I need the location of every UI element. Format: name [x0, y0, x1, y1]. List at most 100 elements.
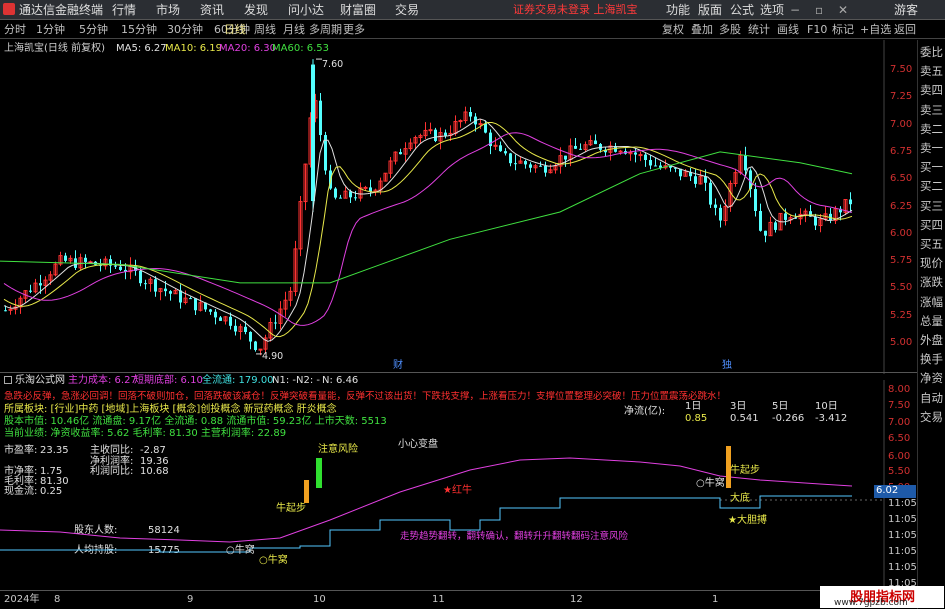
candle	[268, 317, 273, 342]
date-tick: 2024年	[4, 594, 40, 605]
maximize-button[interactable]: ▫	[815, 2, 823, 18]
price-chart[interactable]	[0, 40, 917, 374]
menu-gongneng[interactable]: 功能	[666, 2, 690, 18]
app-logo-icon	[3, 3, 15, 15]
candle	[463, 106, 468, 124]
candle	[679, 168, 682, 181]
signal-hongniu: ★红牛	[443, 485, 472, 496]
candle	[393, 151, 398, 165]
quote-field-label[interactable]: 买四	[920, 218, 943, 232]
candle	[509, 152, 512, 167]
tab-multi-period[interactable]: 多周期	[309, 22, 342, 37]
date-tick: 8	[54, 594, 61, 605]
quote-field-label[interactable]: 卖五	[920, 64, 943, 78]
quote-field-label[interactable]: 换手	[920, 352, 943, 366]
tab-fenshi[interactable]: 分时	[4, 22, 26, 37]
btn-diejia[interactable]: 叠加	[691, 22, 713, 37]
quote-field-label[interactable]: 买五	[920, 237, 943, 251]
tab-30min[interactable]: 30分钟	[167, 22, 203, 37]
candle	[524, 159, 527, 169]
quote-field-label[interactable]: 卖二	[920, 122, 943, 136]
quote-field-label[interactable]: 涨幅	[920, 295, 943, 309]
broker-notice[interactable]: 证券交易未登录 上海凯宝	[513, 2, 638, 18]
menu-wenxiaoda[interactable]: 问小达	[288, 2, 324, 18]
quote-field-label[interactable]: 卖四	[920, 83, 943, 97]
date-tick: 10	[313, 594, 326, 605]
quote-field-label[interactable]: 买一	[920, 160, 943, 174]
current-value-badge: 6.02	[874, 485, 916, 498]
quote-field-label[interactable]: 净资	[920, 371, 943, 385]
date-tick: 11	[432, 594, 445, 605]
menu-xuanxiang[interactable]: 选项	[760, 2, 784, 18]
menu-hangqing[interactable]: 行情	[112, 2, 136, 18]
tab-daily[interactable]: 日线	[224, 22, 246, 37]
signal-dadan: ★大胆搏	[728, 515, 767, 526]
quote-field-label[interactable]: 买二	[920, 179, 943, 193]
btn-duogu[interactable]: 多股	[719, 22, 741, 37]
site-watermark: 股朋指标网 www.7gpzb.com	[820, 586, 944, 608]
close-button[interactable]: ✕	[838, 2, 848, 18]
indicator-tick: 11:05	[888, 530, 917, 541]
btn-back[interactable]: 返回	[894, 22, 916, 37]
candle	[514, 154, 517, 171]
btn-add-watchlist[interactable]: +自选	[860, 22, 891, 37]
candle	[29, 284, 32, 294]
quote-field-label[interactable]: 现价	[920, 256, 943, 270]
tab-5min[interactable]: 5分钟	[79, 22, 108, 37]
menu-banmian[interactable]: 版面	[698, 2, 722, 18]
signal-niuwo-right: ○牛窝	[696, 478, 725, 489]
candle	[638, 151, 643, 162]
quote-field-label[interactable]: 卖一	[920, 141, 943, 155]
cai-marker: 财	[393, 360, 403, 371]
signal-niuwo1: ○牛窝	[226, 545, 255, 556]
candle	[219, 315, 222, 321]
tab-monthly[interactable]: 月线	[283, 22, 305, 37]
quote-field-label[interactable]: 卖三	[920, 103, 943, 117]
candle	[568, 138, 573, 167]
btn-tongji[interactable]: 统计	[748, 22, 770, 37]
btn-fuquan[interactable]: 复权	[662, 22, 684, 37]
tab-weekly[interactable]: 周线	[254, 22, 276, 37]
menu-zixun[interactable]: 资讯	[200, 2, 224, 18]
candle	[198, 295, 203, 312]
date-tick: 1	[712, 594, 719, 605]
candle	[179, 284, 182, 309]
date-tick: 12	[570, 594, 583, 605]
candle	[843, 199, 848, 216]
quote-field-label[interactable]: 交易	[920, 410, 943, 424]
quote-field-label[interactable]: 外盘	[920, 333, 943, 347]
quote-field-label[interactable]: 委比	[920, 45, 943, 59]
indicator-tick: 5.50	[888, 466, 911, 477]
quote-field-label[interactable]: 自动	[920, 391, 943, 405]
candle	[818, 214, 823, 233]
quote-field-label[interactable]: 总量	[920, 314, 943, 328]
menu-jiaoyi[interactable]: 交易	[395, 2, 419, 18]
candle	[194, 297, 197, 315]
tab-1min[interactable]: 1分钟	[36, 22, 65, 37]
guest-button[interactable]: 游客	[894, 2, 918, 18]
candle	[614, 142, 617, 153]
menu-gongshi[interactable]: 公式	[730, 2, 754, 18]
menu-shichang[interactable]: 市场	[156, 2, 180, 18]
ma10-line	[3, 122, 853, 338]
high-label: 7.60	[322, 59, 344, 70]
btn-biaoji[interactable]: 标记	[832, 22, 854, 37]
quote-field-label[interactable]: 买三	[920, 199, 943, 213]
candle	[418, 133, 423, 144]
btn-huaxian[interactable]: 画线	[777, 22, 799, 37]
quote-field-label[interactable]: 涨跌	[920, 275, 943, 289]
btn-f10[interactable]: F10	[807, 22, 827, 37]
candle	[698, 169, 703, 185]
tab-15min[interactable]: 15分钟	[121, 22, 157, 37]
menu-caifuquan[interactable]: 财富圈	[340, 2, 376, 18]
minimize-button[interactable]: −	[790, 2, 800, 18]
candle	[469, 107, 472, 122]
period-toolbar: 分时 1分钟 5分钟 15分钟 30分钟 60分钟 日线 周线 月线 多周期 更…	[0, 21, 945, 39]
date-tick: 9	[187, 594, 194, 605]
candle	[64, 252, 67, 263]
candle	[764, 230, 767, 243]
menu-faxian[interactable]: 发现	[244, 2, 268, 18]
candle	[588, 135, 593, 146]
orange-bar	[304, 480, 309, 503]
tab-more[interactable]: 更多	[343, 22, 365, 37]
